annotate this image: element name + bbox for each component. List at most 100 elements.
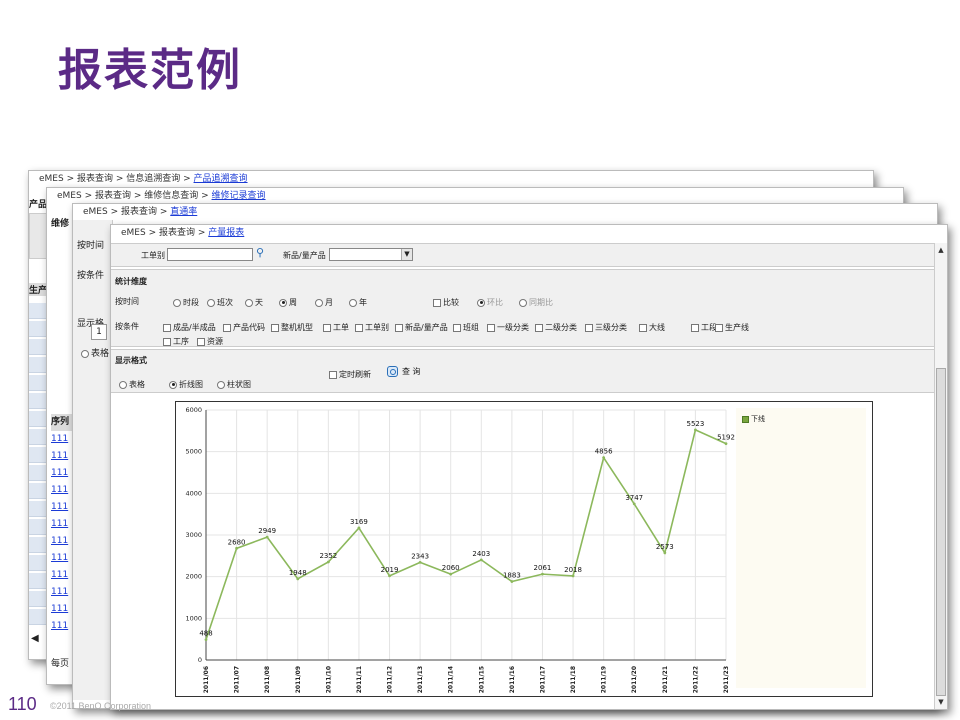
time-option[interactable]: 月 [315,297,333,308]
breadcrumb: eMES > 报表查询 > 信息追溯查询 > 产品追溯查询 [39,174,248,184]
product-type-select[interactable]: ▼ [329,248,413,261]
vertical-scrollbar[interactable]: ▲ ▼ [934,243,947,709]
condition-option[interactable]: 资源 [197,336,223,347]
condition-option[interactable]: 一级分类 [487,322,529,333]
condition-option[interactable]: 生产线 [715,322,749,333]
condition-option[interactable]: 工段 [691,322,717,333]
scroll-up-icon[interactable]: ▲ [936,245,946,255]
checkbox-icon [163,337,171,346]
condition-option[interactable]: 工单 [323,322,349,333]
x-tick-label: 2011/15 [478,666,485,693]
condition-option[interactable]: 二级分类 [535,322,577,333]
scroll-thumb[interactable] [936,368,946,696]
radio-icon [477,298,485,307]
breadcrumb-root[interactable]: eMES [39,174,64,184]
checkbox-icon [487,323,495,332]
radio-icon [207,298,215,307]
y-tick-label: 0 [198,656,202,664]
condition-option[interactable]: 产品代码 [223,322,265,333]
breadcrumb-root[interactable]: eMES [83,207,108,217]
time-option[interactable]: 天 [245,297,263,308]
breadcrumb-product-trace[interactable]: 产品追溯查询 [194,174,248,184]
time-label: 按时间 [115,297,139,306]
auto-refresh-checkbox[interactable]: 定时刷新 [329,369,371,380]
condition-option[interactable]: 新品/量产品 [395,322,448,333]
time-label: 按时间 [77,241,105,251]
compare-checkbox[interactable]: 比较 [433,297,459,308]
breadcrumb-report-query[interactable]: 报表查询 [121,207,157,217]
breadcrumb-production-report[interactable]: 产量报表 [208,228,244,238]
table-radio[interactable]: 表格 [81,346,109,359]
breadcrumb-root[interactable]: eMES [57,191,82,201]
breadcrumb-root[interactable]: eMES [121,228,146,238]
breadcrumb-report-query[interactable]: 报表查询 [77,174,113,184]
product-type-label: 新品/量产品 [283,251,326,260]
breadcrumb-repair-records[interactable]: 维修记录查询 [212,191,266,201]
data-label: 1883 [503,572,521,580]
data-label: 5192 [717,434,735,442]
y-tick-label: 5000 [185,448,202,456]
compare-option[interactable]: 环比 [477,297,503,308]
data-label: 1948 [289,569,307,577]
scroll-down-icon[interactable]: ▼ [936,697,946,707]
data-label: 2343 [411,552,429,560]
data-label: 3747 [625,494,643,502]
condition-label: 按条件 [77,271,105,281]
breadcrumb-report-query[interactable]: 报表查询 [159,228,195,238]
compare-option[interactable]: 同期比 [519,297,553,308]
data-point [296,577,300,581]
data-label: 2573 [656,543,674,551]
search-icon[interactable]: ⚲ [256,246,264,259]
data-label: 2019 [381,566,399,574]
time-option[interactable]: 年 [349,297,367,308]
display-option[interactable]: 折线图 [169,379,203,390]
breadcrumb-repair-query[interactable]: 维修信息查询 [144,191,198,201]
x-tick-label: 2011/10 [325,666,332,693]
condition-option[interactable]: 三级分类 [585,322,627,333]
scroll-left-icon[interactable]: ◀ [31,633,39,644]
data-label: 2060 [442,564,460,572]
page-number-button[interactable]: 1 [91,324,107,340]
legend-item: 下线 [742,414,765,424]
x-tick-label: 2011/07 [234,666,241,693]
copyright: ©2011 BenQ Corporation [50,701,152,711]
x-tick-label: 2011/19 [601,666,608,693]
checkbox-icon [323,323,331,332]
x-tick-label: 2011/08 [264,666,271,693]
data-point [602,456,606,460]
checkbox-icon [395,323,403,332]
query-button[interactable]: 查 询 [387,366,421,377]
workorder-label: 工单别 [141,251,165,260]
checkbox-icon [329,370,337,379]
breadcrumb-first-pass-yield[interactable]: 直通率 [170,207,197,217]
time-option[interactable]: 班次 [207,297,233,308]
time-option[interactable]: 时段 [173,297,199,308]
data-point [204,638,208,642]
condition-option[interactable]: 整机机型 [271,322,313,333]
display-option[interactable]: 柱状图 [217,379,251,390]
condition-option[interactable]: 成品/半成品 [163,322,216,333]
dims-title: 统计维度 [115,277,147,286]
breadcrumb-trace-query[interactable]: 信息追溯查询 [126,174,180,184]
checkbox-icon [715,323,723,332]
time-option[interactable]: 周 [279,297,297,308]
x-tick-label: 2011/11 [356,666,363,693]
condition-option[interactable]: 班组 [453,322,479,333]
data-label: 2680 [228,538,246,546]
data-point [541,572,544,576]
x-tick-label: 2011/23 [723,666,730,693]
slide-title: 报表范例 [58,45,242,96]
x-tick-label: 2011/14 [448,666,455,693]
x-tick-label: 2011/13 [417,666,424,693]
condition-option[interactable]: 工单别 [355,322,389,333]
condition-option[interactable]: 工序 [163,336,189,347]
condition-option[interactable]: 大线 [639,322,665,333]
x-tick-label: 2011/09 [295,666,302,693]
data-label: 2949 [258,527,276,535]
breadcrumb-report-query[interactable]: 报表查询 [95,191,131,201]
radio-icon [245,298,253,307]
display-title: 显示格式 [115,356,147,365]
x-tick-label: 2011/06 [203,666,210,693]
workorder-input[interactable] [167,248,253,261]
display-option[interactable]: 表格 [119,379,145,390]
